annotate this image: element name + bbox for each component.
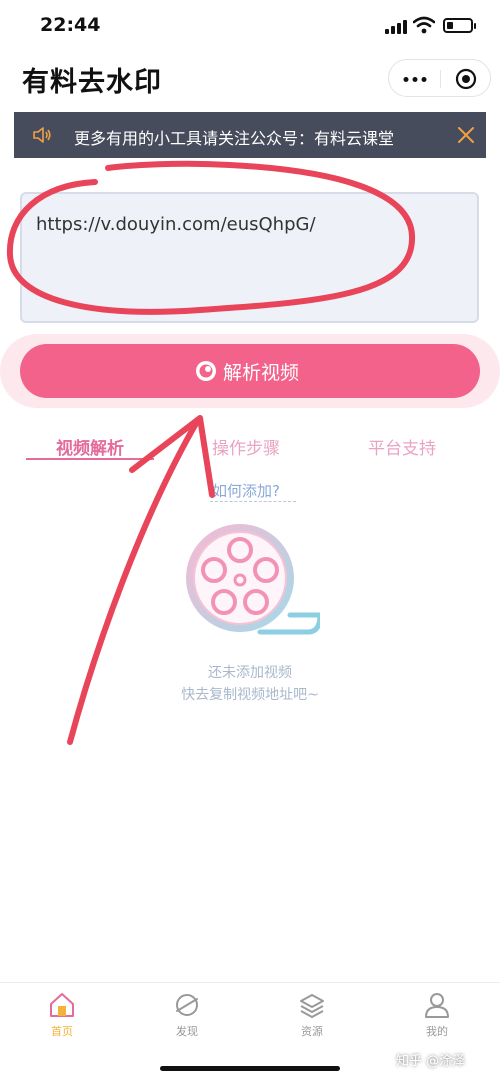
capsule-divider (440, 70, 441, 88)
tab-active-indicator (26, 458, 154, 460)
watermark: 知乎 @涂泽 (396, 1054, 466, 1069)
parse-video-label: 解析视频 (223, 362, 300, 384)
page-title: 有料去水印 (22, 67, 162, 98)
video-url-value: https://v.douyin.com/eusQhpG/ (36, 214, 316, 235)
tabbar-item-mine[interactable]: 我的 (407, 983, 467, 1043)
home-indicator (160, 1066, 340, 1071)
exit-miniprogram-icon[interactable] (455, 68, 477, 90)
user-icon (425, 993, 449, 1018)
tabbar-item-home[interactable]: 首页 (32, 983, 92, 1043)
parse-icon (196, 361, 216, 381)
tabbar-item-discover[interactable]: 发现 (157, 983, 217, 1043)
notice-bar: 更多有用的小工具请关注公众号：有料云课堂 (14, 112, 486, 158)
planet-icon (176, 994, 198, 1016)
layers-icon (300, 994, 324, 1018)
tab-video-parse[interactable]: 视频解析 (56, 434, 124, 459)
tabbar-label-resources: 资源 (301, 1025, 323, 1038)
video-url-input[interactable]: https://v.douyin.com/eusQhpG/ (20, 192, 479, 323)
status-time: 22:44 (40, 14, 101, 36)
parse-video-button[interactable]: 解析视频 (20, 344, 480, 398)
close-icon[interactable] (456, 125, 476, 145)
home-icon (50, 993, 74, 1017)
empty-state-hint: 快去复制视频地址吧~ (181, 687, 319, 703)
empty-state-title: 还未添加视频 (208, 665, 292, 681)
film-reel-icon (186, 524, 320, 635)
notice-text: 更多有用的小工具请关注公众号：有料云课堂 (74, 129, 395, 148)
battery-icon (443, 18, 476, 33)
speaker-icon (33, 127, 51, 143)
more-icon[interactable] (403, 77, 427, 82)
miniprogram-capsule (388, 59, 491, 97)
tabbar-item-resources[interactable]: 资源 (282, 983, 342, 1043)
tabbar-label-discover: 发现 (176, 1025, 198, 1038)
tabbar-label-mine: 我的 (426, 1025, 448, 1038)
tabbar-label-home: 首页 (51, 1025, 73, 1038)
annotation-arrow-head (129, 415, 215, 498)
signal-icon (385, 20, 407, 34)
how-to-add-underline (210, 501, 296, 502)
tab-platforms[interactable]: 平台支持 (368, 434, 436, 459)
wifi-icon (413, 16, 435, 34)
how-to-add-link[interactable]: 如何添加? (212, 480, 280, 501)
tab-steps[interactable]: 操作步骤 (212, 434, 280, 459)
